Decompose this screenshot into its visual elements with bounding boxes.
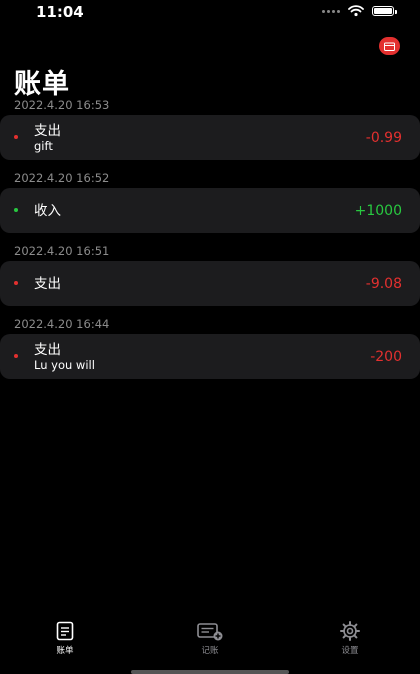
expense-dot-icon (14, 354, 18, 358)
bill-type: 支出 (34, 341, 61, 358)
bill-list: 2022.4.20 16:53 支出 gift -0.99 2022.4.20 … (0, 92, 420, 384)
bill-note: gift (34, 138, 53, 153)
bill-group: 2022.4.20 16:51 支出 -9.08 (0, 238, 420, 311)
tab-label: 设置 (341, 646, 359, 656)
bill-note: Lu you will (34, 357, 95, 372)
bill-card[interactable]: 收入 +1000 (0, 188, 420, 233)
bill-type: 收入 (34, 202, 61, 219)
bill-date: 2022.4.20 16:51 (14, 244, 110, 258)
bill-type: 支出 (34, 275, 61, 292)
status-time: 11:04 (36, 3, 84, 21)
expense-dot-icon (14, 135, 18, 139)
tab-bill[interactable]: 账单 (35, 620, 95, 656)
expense-dot-icon (14, 281, 18, 285)
bill-date: 2022.4.20 16:44 (14, 317, 110, 331)
bill-date: 2022.4.20 16:52 (14, 171, 110, 185)
settings-icon (340, 621, 360, 641)
bill-card[interactable]: 支出 Lu you will -200 (0, 334, 420, 379)
signal-icon (322, 9, 340, 13)
tab-settings[interactable]: 设置 (320, 620, 380, 656)
bill-card[interactable]: 支出 gift -0.99 (0, 115, 420, 160)
bill-amount: -200 (370, 348, 402, 365)
bill-amount: -9.08 (365, 275, 402, 292)
add-record-icon (197, 623, 223, 641)
bill-amount: +1000 (354, 202, 402, 219)
bill-type: 支出 (34, 122, 61, 139)
bill-group: 2022.4.20 16:53 支出 gift -0.99 (0, 92, 420, 165)
tab-bar: 账单 记账 设置 (0, 620, 420, 666)
status-bar: 11:04 (0, 0, 420, 26)
battery-icon (372, 6, 397, 16)
home-indicator (131, 670, 289, 674)
bill-group: 2022.4.20 16:52 收入 +1000 (0, 165, 420, 238)
tab-label: 账单 (56, 646, 74, 656)
calendar-icon (384, 42, 395, 51)
tab-label: 记账 (201, 646, 219, 656)
tab-record[interactable]: 记账 (180, 620, 240, 656)
wifi-icon (348, 5, 364, 17)
bill-amount: -0.99 (365, 129, 402, 146)
bill-icon (56, 621, 74, 641)
income-dot-icon (14, 208, 18, 212)
status-icons (322, 5, 397, 17)
calendar-button[interactable] (379, 37, 400, 55)
bill-date: 2022.4.20 16:53 (14, 98, 110, 112)
bill-card[interactable]: 支出 -9.08 (0, 261, 420, 306)
bill-group: 2022.4.20 16:44 支出 Lu you will -200 (0, 311, 420, 384)
